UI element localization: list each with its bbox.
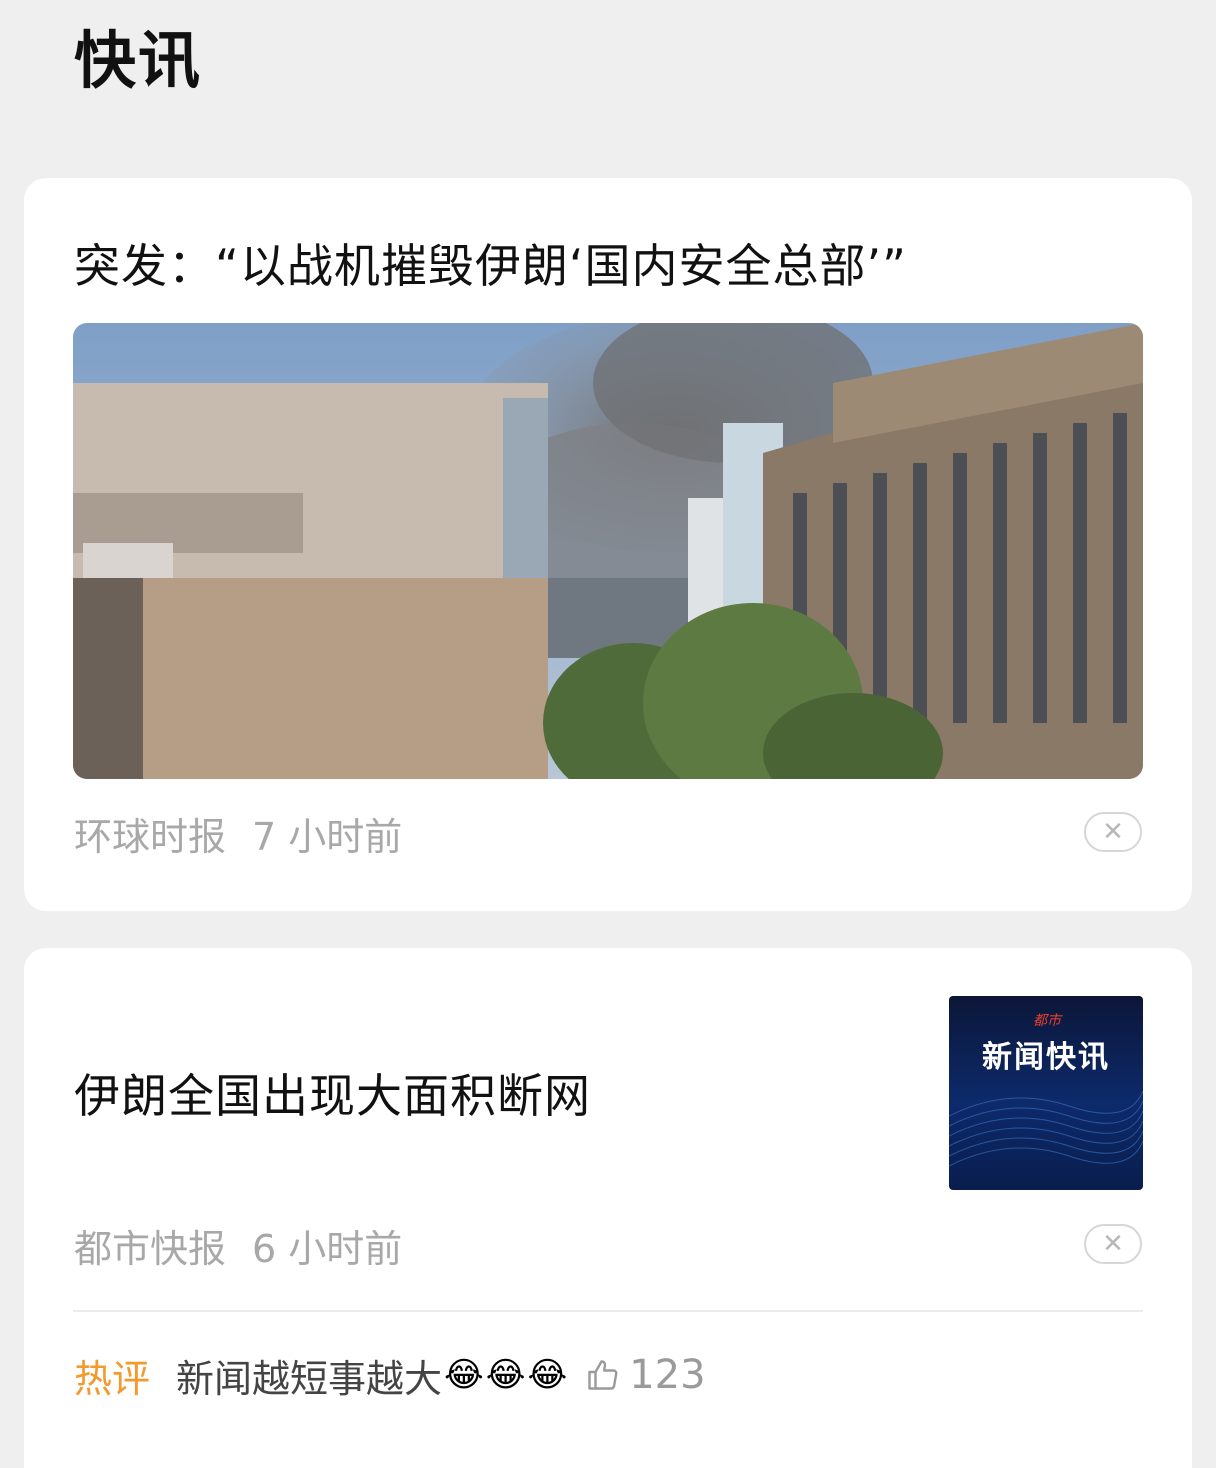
section-title: 快讯	[74, 24, 203, 97]
news-meta: 都市快报 6 小时前	[74, 1218, 402, 1273]
laugh-cry-emoji-icon: 😂	[444, 1355, 484, 1395]
news-card[interactable]: 突发：“以战机摧毁伊朗‘国内安全总部’” 环球时报 7 小时前 ✕	[24, 178, 1192, 911]
thumbnail-text: 新闻快讯	[982, 1040, 1110, 1075]
news-thumbnail[interactable]: 都市 新闻快讯	[949, 996, 1143, 1190]
thumbnail-logo: 都市	[1033, 1013, 1061, 1029]
laugh-cry-emoji-icon: 😂	[527, 1355, 568, 1395]
news-source[interactable]: 都市快报	[74, 1227, 226, 1271]
dismiss-button[interactable]: ✕	[1084, 812, 1142, 852]
thumbs-up-icon[interactable]	[585, 1357, 621, 1393]
hot-comment[interactable]: 热评 新闻越短事越大 😂 😂 😂 123	[74, 1348, 706, 1403]
close-icon: ✕	[1102, 817, 1124, 847]
like-count: 123	[629, 1352, 706, 1398]
news-photo[interactable]	[73, 323, 1143, 779]
hot-comment-text[interactable]: 新闻越短事越大	[176, 1348, 442, 1403]
news-card[interactable]: 伊朗全国出现大面积断网 都市 新闻快讯 都市快报 6 小时前 ✕ 热评 新闻越短事…	[24, 948, 1192, 1468]
hot-comment-label: 热评	[74, 1356, 151, 1401]
dismiss-button[interactable]: ✕	[1084, 1224, 1142, 1264]
news-meta: 环球时报 7 小时前	[74, 806, 402, 861]
close-icon: ✕	[1102, 1229, 1124, 1259]
divider	[73, 1310, 1143, 1312]
news-time: 6 小时前	[252, 1227, 403, 1271]
news-headline[interactable]: 伊朗全国出现大面积断网	[74, 1060, 591, 1126]
news-source[interactable]: 环球时报	[74, 815, 226, 859]
news-time: 7 小时前	[252, 815, 403, 859]
news-headline[interactable]: 突发：“以战机摧毁伊朗‘国内安全总部’”	[74, 230, 907, 296]
laugh-cry-emoji-icon: 😂	[485, 1355, 526, 1395]
